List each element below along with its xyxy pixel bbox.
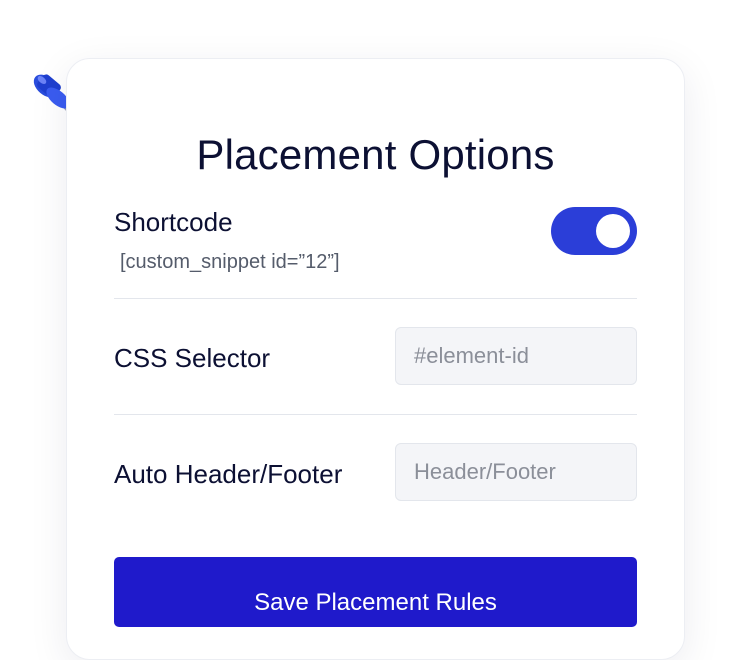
divider (114, 414, 637, 415)
page-title: Placement Options (196, 131, 555, 178)
toggle-knob (596, 214, 630, 248)
divider (114, 298, 637, 299)
save-placement-rules-button[interactable]: Save Placement Rules (114, 557, 637, 627)
shortcode-toggle[interactable] (551, 207, 637, 255)
shortcode-value: [custom_snippet id=”12”] (120, 251, 340, 273)
shortcode-label: Shortcode (114, 207, 233, 237)
css-selector-input[interactable] (395, 327, 637, 385)
placement-options-card: Placement Options Shortcode [custom_snip… (66, 58, 685, 660)
css-selector-label: CSS Selector (114, 343, 271, 373)
auto-header-footer-label: Auto Header/Footer (114, 459, 343, 489)
auto-header-footer-input[interactable] (395, 443, 637, 501)
